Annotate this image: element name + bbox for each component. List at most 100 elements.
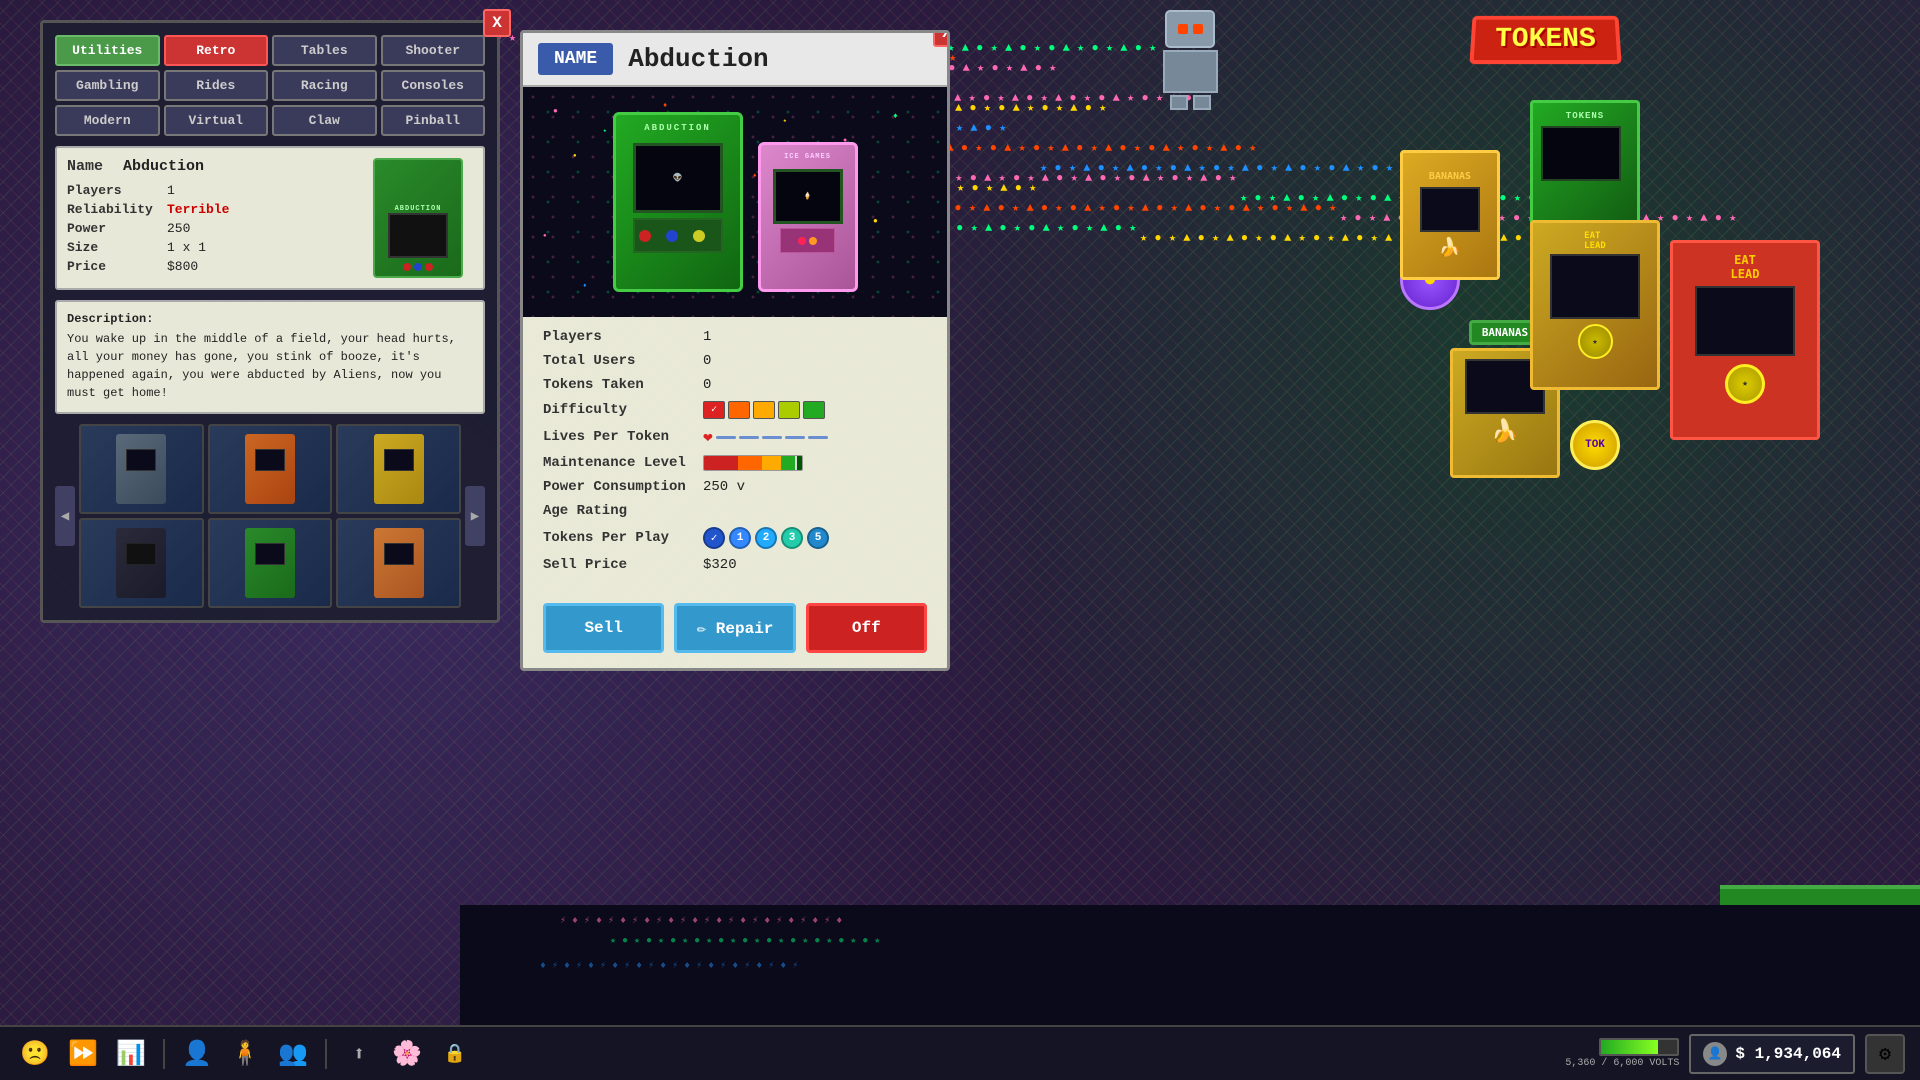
thumb-machine-6[interactable]: [336, 518, 461, 608]
life-heart-icon: ❤: [703, 427, 713, 447]
thumbnail-grid: [79, 424, 461, 608]
lock-icon[interactable]: 🔒: [435, 1034, 475, 1074]
thumb-machine-1[interactable]: [79, 424, 204, 514]
iso-arcade-machine-1: BANANAS 🍌: [1400, 150, 1500, 280]
thumb-machine-4[interactable]: [79, 518, 204, 608]
person-icon[interactable]: 🧍: [225, 1034, 265, 1074]
machine-name-value: Abduction: [123, 158, 204, 175]
chart-icon[interactable]: 📊: [111, 1034, 151, 1074]
sell-button[interactable]: Sell: [543, 603, 664, 653]
iso-arcade-machine-4: EATLEAD ★: [1670, 240, 1820, 440]
maint-orange-seg: [738, 456, 762, 470]
thumb-machine-2[interactable]: [208, 424, 333, 514]
money-value: $ 1,934,064: [1735, 1045, 1841, 1063]
main-detail-panel: X NAME Abduction ● ★ ♦ ● ★ ● ♦ ● ★ ● ♦ ★…: [520, 30, 950, 671]
decor-icon[interactable]: 🌸: [387, 1034, 427, 1074]
off-button[interactable]: Off: [806, 603, 927, 653]
diff-seg-3: [753, 401, 775, 419]
gear-icon: ⚙: [1879, 1041, 1891, 1067]
thumb-machine-3[interactable]: [336, 424, 461, 514]
stat-players: Players 1: [543, 329, 927, 345]
machine-preview: ● ★ ♦ ● ★ ● ♦ ● ★ ● ♦ ★ ● ● ★ ♦ ● ★ ● ♦: [523, 87, 947, 317]
power-text: 5,360 / 6,000 VOLTS: [1565, 1058, 1679, 1069]
tab-retro[interactable]: Retro: [164, 35, 269, 66]
size-value: 1 x 1: [167, 240, 206, 255]
tab-pinball[interactable]: Pinball: [381, 105, 486, 136]
description-panel: Description: You wake up in the middle o…: [55, 300, 485, 414]
tab-racing[interactable]: Racing: [272, 70, 377, 101]
money-person-icon: 👤: [1703, 1042, 1727, 1066]
power-bar-container: 5,360 / 6,000 VOLTS: [1565, 1038, 1679, 1069]
customers-icon[interactable]: 👥: [273, 1034, 313, 1074]
diff-seg-5: [803, 401, 825, 419]
life-dash-3: [762, 436, 782, 439]
reliability-value: Terrible: [167, 202, 229, 217]
tab-consoles[interactable]: Consoles: [381, 70, 486, 101]
taskbar-sep-2: [325, 1039, 327, 1069]
reliability-label: Reliability: [67, 202, 167, 217]
token-2: 2: [755, 527, 777, 549]
scroll-right-button[interactable]: ▶: [465, 486, 485, 546]
stat-difficulty: Difficulty ✓: [543, 401, 927, 419]
settings-button[interactable]: ⚙: [1865, 1034, 1905, 1074]
money-display: 👤 $ 1,934,064: [1689, 1034, 1855, 1074]
description-text: You wake up in the middle of a field, yo…: [67, 330, 473, 402]
tab-tables[interactable]: Tables: [272, 35, 377, 66]
stat-tokens-per-play: Tokens Per Play ✓ 1 2 3 5: [543, 527, 927, 549]
left-panel-close-button[interactable]: X: [483, 9, 511, 37]
staff-icon[interactable]: 👤: [177, 1034, 217, 1074]
token-coin: TOK: [1570, 420, 1620, 470]
left-panel: X Utilities Retro Tables Shooter Gamblin…: [40, 20, 500, 623]
power-label: Power: [67, 221, 167, 236]
token-5: 5: [807, 527, 829, 549]
main-panel-close-button[interactable]: X: [933, 30, 950, 47]
preview-machines-group: ABDUCTION 👽 ICE GAMES 🍦: [613, 112, 858, 292]
power-bar: [1599, 1038, 1679, 1056]
maint-green-seg: [781, 456, 795, 470]
iso-arcade-machine-5: EATLEAD ★: [1530, 220, 1660, 390]
power-value: 250: [167, 221, 190, 236]
diff-seg-1: ✓: [703, 401, 725, 419]
tab-rides[interactable]: Rides: [164, 70, 269, 101]
tab-gambling[interactable]: Gambling: [55, 70, 160, 101]
repair-button[interactable]: ✏ Repair: [674, 603, 795, 653]
tab-claw[interactable]: Claw: [272, 105, 377, 136]
diff-seg-4: [778, 401, 800, 419]
taskbar: 🙁 ⏩ 📊 👤 🧍 👥 ⬆ 🌸 🔒 5,360 / 6,000 VOLTS 👤 …: [0, 1025, 1920, 1080]
stat-total-users: Total Users 0: [543, 353, 927, 369]
stat-sell-price: Sell Price $320: [543, 557, 927, 573]
tab-modern[interactable]: Modern: [55, 105, 160, 136]
difficulty-bar: ✓: [703, 401, 825, 419]
stat-maintenance: Maintenance Level: [543, 455, 927, 471]
stat-age-rating: Age Rating: [543, 503, 927, 519]
machine-title: Abduction: [628, 44, 768, 74]
robot-character: [1150, 10, 1230, 110]
tab-shooter[interactable]: Shooter: [381, 35, 486, 66]
scroll-left-button[interactable]: ◀: [55, 486, 75, 546]
stat-power: Power Consumption 250 v: [543, 479, 927, 495]
maintenance-bar: [703, 455, 803, 471]
life-dash-4: [785, 436, 805, 439]
token-1: 1: [729, 527, 751, 549]
taskbar-sep-1: [163, 1039, 165, 1069]
tab-virtual[interactable]: Virtual: [164, 105, 269, 136]
machine-thumbnail: ABDUCTION: [363, 158, 473, 278]
machine-thumbnails: ◀: [55, 424, 485, 608]
preview-main-machine: ABDUCTION 👽: [613, 112, 743, 292]
preview-secondary-machine: ICE GAMES 🍦: [758, 142, 858, 292]
sad-face-icon[interactable]: 🙁: [15, 1034, 55, 1074]
players-value: 1: [167, 183, 175, 198]
token-check: ✓: [703, 527, 725, 549]
fast-forward-icon[interactable]: ⏩: [63, 1034, 103, 1074]
tab-utilities[interactable]: Utilities: [55, 35, 160, 66]
thumb-machine-5[interactable]: [208, 518, 333, 608]
action-buttons: Sell ✏ Repair Off: [523, 593, 947, 653]
upgrade-icon[interactable]: ⬆: [339, 1034, 379, 1074]
price-label: Price: [67, 259, 167, 274]
life-dash-5: [808, 436, 828, 439]
life-dash-2: [739, 436, 759, 439]
maint-marker: [797, 456, 802, 470]
life-dash-1: [716, 436, 736, 439]
maint-yellow-seg: [762, 456, 781, 470]
size-label: Size: [67, 240, 167, 255]
